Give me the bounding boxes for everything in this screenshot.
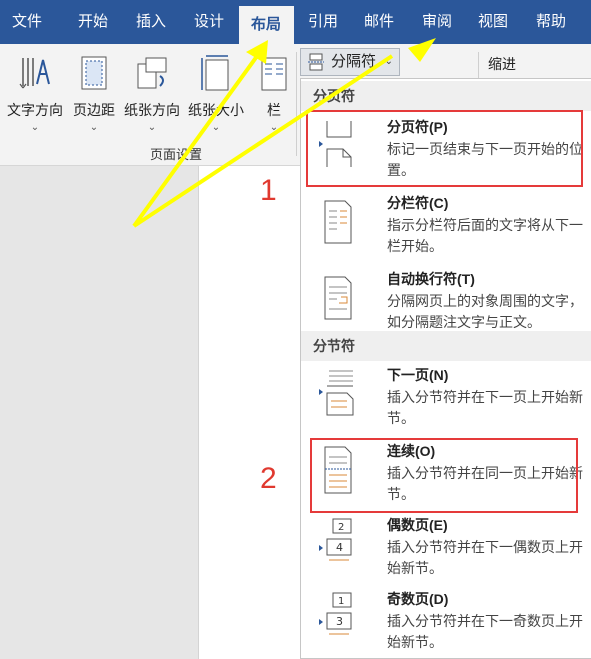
size-button[interactable]: 纸张大小 ⌄ bbox=[184, 50, 248, 140]
chevron-down-icon: ⌄ bbox=[30, 122, 40, 133]
menu-item-title: 分栏符(C) bbox=[387, 195, 449, 211]
margins-button[interactable]: 页边距 ⌄ bbox=[68, 50, 120, 140]
size-label: 纸张大小 bbox=[188, 102, 244, 118]
breaks-label: 分隔符 bbox=[331, 53, 377, 70]
columns-button[interactable]: 栏 ⌄ bbox=[254, 50, 294, 140]
menu-item-title: 奇数页(D) bbox=[387, 591, 449, 607]
indent-label: 缩进 bbox=[488, 56, 516, 72]
tab-design[interactable]: 设计 bbox=[182, 0, 236, 44]
chevron-down-icon: ⌄ bbox=[147, 122, 157, 133]
menu-item-title: 偶数页(E) bbox=[387, 517, 448, 533]
text-direction-icon bbox=[19, 58, 50, 89]
menu-item-column-break[interactable]: 分栏符(C) 指示分栏符后面的文字将从下一栏开始。 bbox=[301, 189, 591, 265]
tab-layout[interactable]: 布局 bbox=[239, 6, 294, 44]
odd-page-icon: 1 3 bbox=[319, 592, 352, 635]
column-break-icon bbox=[324, 200, 352, 244]
tab-mailings[interactable]: 邮件 bbox=[352, 0, 406, 44]
tab-home[interactable]: 开始 bbox=[66, 0, 120, 44]
menu-item-title: 自动换行符(T) bbox=[387, 271, 475, 287]
highlight-box-page-break bbox=[306, 110, 583, 187]
breaks-icon bbox=[308, 53, 324, 71]
tab-insert[interactable]: 插入 bbox=[124, 0, 178, 44]
orientation-button[interactable]: 纸张方向 ⌄ bbox=[120, 50, 184, 140]
svg-text:1: 1 bbox=[338, 596, 344, 607]
text-direction-label: 文字方向 bbox=[7, 102, 63, 118]
orientation-label: 纸张方向 bbox=[124, 102, 180, 118]
page-setup-group-label: 页面设置 bbox=[150, 147, 203, 162]
chevron-down-icon: ⌄ bbox=[384, 56, 393, 67]
chevron-down-icon: ⌄ bbox=[89, 122, 99, 133]
tab-view[interactable]: 视图 bbox=[466, 0, 520, 44]
menu-item-title: 下一页(N) bbox=[387, 367, 449, 383]
menu-item-odd-page[interactable]: 1 3 奇数页(D) 插入分节符并在下一奇数页上开始新节。 bbox=[301, 585, 591, 659]
text-wrapping-break-icon bbox=[324, 276, 352, 320]
chevron-down-icon: ⌄ bbox=[269, 122, 279, 133]
highlight-box-continuous bbox=[310, 438, 578, 513]
chevron-down-icon: ⌄ bbox=[211, 122, 221, 133]
svg-text:2: 2 bbox=[338, 522, 344, 533]
orientation-icon bbox=[137, 57, 167, 89]
svg-text:4: 4 bbox=[336, 541, 343, 554]
breaks-button[interactable]: 分隔符 ⌄ bbox=[300, 48, 400, 76]
tab-file[interactable]: 文件 bbox=[0, 0, 54, 44]
menu-item-even-page[interactable]: 2 4 偶数页(E) 插入分节符并在下一偶数页上开始新节。 bbox=[301, 511, 591, 585]
menu-item-next-page[interactable]: 下一页(N) 插入分节符并在下一页上开始新节。 bbox=[301, 361, 591, 437]
menu-item-description: 插入分节符并在下一偶数页上开始新节。 bbox=[387, 539, 583, 576]
margins-icon bbox=[81, 56, 107, 90]
annotation-number-1: 1 bbox=[260, 174, 277, 207]
page-breaks-header: 分页符 bbox=[301, 81, 591, 111]
menu-item-description: 分隔网页上的对象周围的文字，如分隔题注文字与正文。 bbox=[387, 293, 583, 330]
annotation-number-2: 2 bbox=[260, 462, 277, 495]
columns-icon bbox=[261, 57, 287, 91]
margins-label: 页边距 bbox=[73, 102, 115, 118]
menu-item-description: 插入分节符并在下一页上开始新节。 bbox=[387, 389, 583, 426]
page-size-icon bbox=[201, 55, 229, 91]
columns-label: 栏 bbox=[267, 102, 281, 118]
tab-review[interactable]: 审阅 bbox=[410, 0, 464, 44]
svg-text:3: 3 bbox=[336, 615, 343, 628]
menu-item-description: 插入分节符并在下一奇数页上开始新节。 bbox=[387, 613, 583, 650]
menu-item-text-wrapping-break[interactable]: 自动换行符(T) 分隔网页上的对象周围的文字，如分隔题注文字与正文。 bbox=[301, 265, 591, 341]
menu-item-description: 指示分栏符后面的文字将从下一栏开始。 bbox=[387, 217, 583, 254]
document-page[interactable] bbox=[198, 166, 300, 659]
even-page-icon: 2 4 bbox=[319, 518, 352, 561]
tab-references[interactable]: 引用 bbox=[296, 0, 350, 44]
ribbon-divider bbox=[296, 52, 297, 156]
text-direction-button[interactable]: 文字方向 ⌄ bbox=[2, 50, 68, 140]
ribbon-tab-bar: 文件 开始 插入 设计 布局 引用 邮件 审阅 视图 帮助 bbox=[0, 0, 591, 44]
section-breaks-header: 分节符 bbox=[301, 331, 591, 361]
tab-help[interactable]: 帮助 bbox=[524, 0, 578, 44]
next-page-icon bbox=[319, 370, 354, 416]
